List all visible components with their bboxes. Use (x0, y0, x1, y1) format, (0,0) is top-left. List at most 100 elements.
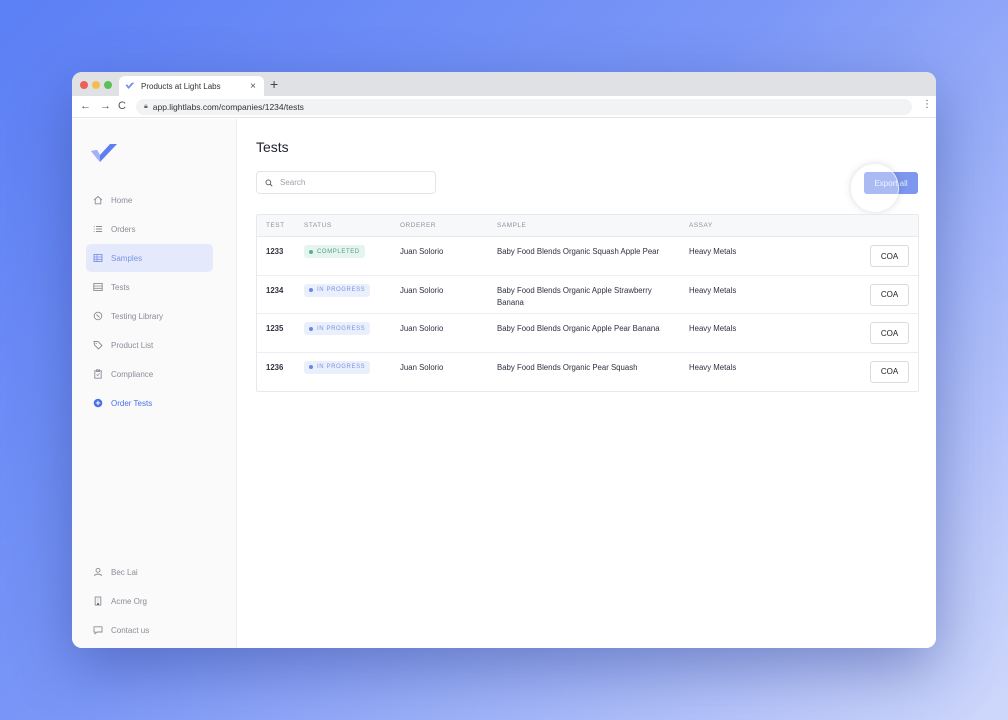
main-content: Tests Export all TEST STATUS ORDERER SAM… (238, 119, 936, 648)
tab-title: Products at Light Labs (141, 81, 221, 91)
browser-tab[interactable]: Products at Light Labs × (119, 76, 264, 96)
status-text: IN PROGRESS (317, 325, 366, 332)
sidebar-item-label: Home (111, 195, 133, 205)
sidebar-item-samples[interactable]: Samples (86, 244, 213, 272)
status-dot-icon (309, 326, 313, 331)
maximize-window-button[interactable] (104, 81, 112, 89)
orderer-name: Juan Solorio (400, 362, 444, 372)
reload-button[interactable]: C (118, 99, 126, 113)
sidebar-item-testing-library[interactable]: Testing Library (86, 302, 213, 330)
sidebar-item-label: Orders (111, 224, 136, 234)
column-header-sample[interactable]: SAMPLE (497, 222, 526, 229)
sidebar-item-label: Compliance (111, 369, 154, 379)
sidebar-item-label: Samples (111, 253, 143, 263)
status-badge: IN PROGRESS (304, 283, 371, 297)
sidebar-org-acme[interactable]: Acme Org (86, 587, 213, 615)
sidebar-item-orders[interactable]: Orders (86, 215, 213, 243)
table-row[interactable]: 1233 COMPLETED Juan Solorio Baby Food Bl… (257, 237, 918, 276)
browser-window: Products at Light Labs × + ← → C 🔒︎ app.… (72, 72, 936, 648)
test-id: 1235 (266, 324, 284, 333)
table-icon (93, 282, 103, 292)
column-header-orderer[interactable]: ORDERER (400, 222, 436, 229)
lock-icon: 🔒︎ (144, 103, 148, 110)
chat-icon (93, 625, 103, 635)
assay-name: Heavy Metals (689, 324, 737, 333)
table-header: TEST STATUS ORDERER SAMPLE ASSAY (257, 215, 918, 237)
assay-name: Heavy Metals (689, 362, 737, 372)
orderer-name: Juan Solorio (400, 285, 444, 295)
coa-button[interactable]: COA (870, 245, 909, 267)
new-tab-button[interactable]: + (270, 77, 278, 91)
url-text: app.lightlabs.com/companies/1234/tests (152, 102, 304, 112)
back-button[interactable]: ← (80, 99, 91, 113)
sidebar-item-label: Acme Org (111, 596, 148, 606)
sidebar-item-label: Contact us (111, 625, 150, 635)
browser-toolbar: ← → C 🔒︎ app.lightlabs.com/companies/123… (72, 96, 936, 118)
sidebar: Home Orders Samples Tests Testing Librar… (72, 119, 237, 648)
sidebar-item-label: Tests (111, 282, 130, 292)
test-id: 1234 (266, 285, 284, 295)
assay-name: Heavy Metals (689, 285, 737, 295)
building-icon (93, 596, 103, 606)
status-dot-icon (309, 365, 313, 369)
book-icon (93, 311, 103, 321)
forward-button[interactable]: → (100, 99, 111, 113)
home-icon (93, 195, 103, 205)
coa-button[interactable]: COA (870, 360, 909, 383)
light-labs-favicon-icon (125, 82, 135, 89)
close-window-button[interactable] (80, 81, 88, 89)
page-title: Tests (256, 139, 289, 155)
assay-name: Heavy Metals (689, 247, 737, 256)
sidebar-item-compliance[interactable]: Compliance (86, 360, 213, 388)
search-box[interactable] (256, 171, 436, 194)
sidebar-user-bec-lai[interactable]: Bec Lai (86, 558, 213, 586)
sidebar-contact-us[interactable]: Contact us (86, 616, 213, 644)
status-dot-icon (309, 288, 313, 292)
grid-icon (93, 253, 103, 263)
sidebar-item-home[interactable]: Home (86, 186, 213, 214)
status-text: COMPLETED (317, 248, 360, 255)
sidebar-item-label: Bec Lai (111, 567, 138, 577)
status-text: IN PROGRESS (317, 287, 366, 293)
status-badge: COMPLETED (304, 245, 365, 258)
minimize-window-button[interactable] (92, 81, 100, 89)
sidebar-item-label: Testing Library (111, 311, 164, 321)
table-row[interactable]: 1234 IN PROGRESS Juan Solorio Baby Food … (257, 276, 918, 314)
tag-icon (93, 340, 103, 350)
coa-button[interactable]: COA (870, 283, 909, 306)
sample-name: Baby Food Blends Organic Apple Pear Bana… (497, 324, 660, 333)
search-input[interactable] (280, 178, 430, 187)
column-header-test[interactable]: TEST (266, 222, 285, 229)
status-text: IN PROGRESS (317, 364, 366, 370)
user-icon (93, 567, 103, 577)
clipboard-icon (93, 369, 103, 379)
status-dot-icon (309, 249, 313, 254)
tests-table: TEST STATUS ORDERER SAMPLE ASSAY 1233 CO… (256, 214, 919, 392)
sample-name: Baby Food Blends Organic Squash Apple Pe… (497, 247, 660, 256)
sidebar-item-tests[interactable]: Tests (86, 273, 213, 301)
address-bar[interactable]: 🔒︎ app.lightlabs.com/companies/1234/test… (136, 99, 912, 115)
coa-button[interactable]: COA (870, 322, 909, 344)
orderer-name: Juan Solorio (400, 247, 444, 256)
table-row[interactable]: 1235 IN PROGRESS Juan Solorio Baby Food … (257, 314, 918, 353)
sidebar-item-label: Order Tests (111, 398, 153, 408)
sidebar-item-label: Product List (111, 340, 154, 350)
light-labs-logo[interactable] (90, 143, 118, 163)
sample-name: Baby Food Blends Organic Pear Squash (497, 362, 638, 372)
tab-close-icon[interactable]: × (248, 81, 258, 92)
sample-name: Baby Food Blends Organic Apple Strawberr… (497, 285, 652, 307)
test-id: 1236 (266, 362, 284, 372)
list-icon (93, 224, 103, 234)
test-id: 1233 (266, 247, 284, 256)
column-header-assay[interactable]: ASSAY (689, 222, 713, 229)
browser-menu-icon[interactable]: ⋮ (922, 99, 932, 110)
status-badge: IN PROGRESS (304, 322, 371, 335)
status-badge: IN PROGRESS (304, 360, 371, 374)
table-row[interactable]: 1236 IN PROGRESS Juan Solorio Baby Food … (257, 353, 918, 392)
column-header-status[interactable]: STATUS (304, 222, 332, 229)
plus-circle-icon (93, 398, 103, 408)
search-icon (265, 179, 273, 187)
sidebar-item-product-list[interactable]: Product List (86, 331, 213, 359)
export-all-button[interactable]: Export all (864, 172, 918, 194)
sidebar-item-order-tests[interactable]: Order Tests (86, 389, 213, 417)
